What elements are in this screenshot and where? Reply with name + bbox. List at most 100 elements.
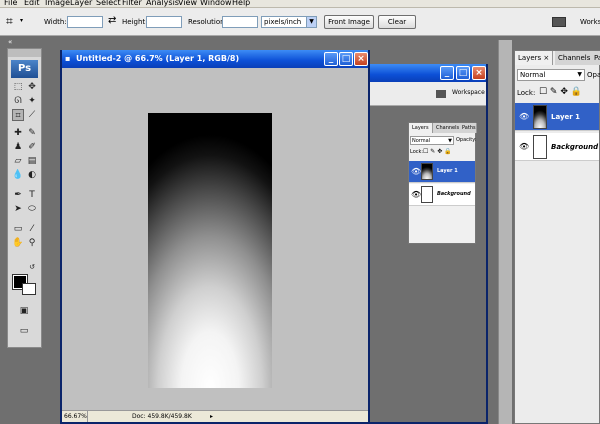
small-background-name: Background (437, 191, 471, 197)
workspace-icon[interactable] (552, 17, 566, 27)
small-tab-layers[interactable]: Layers (409, 123, 433, 133)
tool-preset-dropdown-icon[interactable]: ▾ (20, 17, 23, 24)
doc-size: Doc: 459.8K/459.8K (132, 413, 192, 420)
eye-icon[interactable]: 👁 (411, 167, 421, 177)
eyedropper-tool-icon[interactable]: ⁄ (26, 223, 38, 235)
menu-select[interactable]: Select (96, 0, 121, 7)
move-tool-icon[interactable]: ✥ (26, 81, 38, 93)
units-select[interactable]: pixels/inch ▼ (261, 16, 317, 28)
small-layer-row-1[interactable]: 👁 Layer 1 (409, 161, 475, 183)
document-icon: ▪ (65, 54, 71, 63)
small-blend-value: Normal (412, 138, 431, 144)
quick-mask-icon[interactable]: ▣ (18, 305, 30, 317)
close-icon[interactable]: × (472, 66, 486, 80)
eraser-tool-icon[interactable]: ▱ (12, 155, 24, 167)
options-bar: ⌗ ▾ Width: ⇄ Height: Resolution: pixels/… (0, 8, 600, 36)
close-icon[interactable]: × (541, 54, 549, 62)
small-background-thumbnail (421, 186, 433, 203)
layer-row-background[interactable]: 👁 Background (515, 133, 599, 161)
dodge-tool-icon[interactable]: ◐ (26, 169, 38, 181)
small-tab-paths[interactable]: Paths (459, 123, 477, 133)
chevron-down-icon: ▼ (577, 71, 582, 78)
eye-icon[interactable]: 👁 (411, 190, 421, 200)
marquee-tool-icon[interactable]: ⬚ (12, 81, 24, 93)
history-brush-tool-icon[interactable]: ✐ (26, 141, 38, 153)
opacity-label: Opac (587, 71, 600, 79)
eye-icon[interactable]: 👁 (519, 142, 529, 152)
background-thumbnail (533, 135, 547, 159)
menu-window[interactable]: Window (200, 0, 232, 7)
small-layer-1-name: Layer 1 (437, 168, 458, 174)
lock-icons[interactable]: ☐ ✎ ✥ 🔒 (539, 87, 582, 97)
clone-stamp-tool-icon[interactable]: ♟ (12, 141, 24, 153)
background-color-swatch[interactable] (22, 283, 36, 295)
status-arrow-icon[interactable]: ▸ (210, 411, 213, 422)
type-tool-icon[interactable]: T (26, 189, 38, 201)
eye-icon[interactable]: 👁 (519, 112, 529, 122)
notes-tool-icon[interactable]: ▭ (12, 223, 24, 235)
minimize-icon[interactable]: _ (324, 52, 338, 66)
blend-mode-select[interactable]: Normal ▼ (517, 69, 585, 81)
width-field[interactable] (67, 16, 103, 28)
small-layers-panel: Layers Channels Paths Normal ▼ Opacity: … (408, 122, 477, 244)
gradient-tool-icon[interactable]: ▤ (26, 155, 38, 167)
width-label: Width: (44, 18, 67, 26)
document-titlebar[interactable]: Untitled-2 @ 66.7% (Layer 1, RGB/8) (62, 50, 368, 68)
small-layer-1-thumbnail (421, 163, 433, 180)
menu-layer[interactable]: Layer (70, 0, 92, 7)
crop-tool-button-icon[interactable]: ⌗ (12, 109, 24, 121)
toolbox-grip[interactable] (8, 49, 41, 57)
workspace-icon[interactable] (436, 90, 446, 98)
maximize-icon[interactable]: □ (339, 52, 353, 66)
shape-tool-icon[interactable]: ⬭ (26, 203, 38, 215)
menu-filter[interactable]: Filter (122, 0, 142, 7)
workspace-label[interactable]: Works (580, 17, 600, 27)
screen-mode-icon[interactable]: ▭ (18, 325, 30, 337)
slice-tool-icon[interactable]: ⟋ (26, 109, 38, 121)
crop-tool-icon[interactable]: ⌗ (6, 14, 13, 28)
blur-tool-icon[interactable]: 💧 (12, 169, 24, 181)
swap-colors-icon[interactable]: ↺ (26, 261, 38, 273)
small-blend-select[interactable]: Normal ▼ (410, 136, 454, 145)
menu-file[interactable]: File (4, 0, 17, 7)
gradient-image[interactable] (148, 113, 272, 388)
minimize-icon[interactable]: _ (440, 66, 454, 80)
menu-view[interactable]: View (178, 0, 197, 7)
path-selection-tool-icon[interactable]: ➤ (12, 203, 24, 215)
blend-mode-value: Normal (520, 71, 546, 79)
clear-button[interactable]: Clear (378, 15, 416, 29)
menu-edit[interactable]: Edit (24, 0, 40, 7)
small-layer-row-background[interactable]: 👁 Background (409, 184, 475, 206)
hand-tool-icon[interactable]: ✋ (12, 237, 24, 249)
layer-row-1[interactable]: 👁 Layer 1 (515, 103, 599, 131)
small-lock-icons[interactable]: ☐ ✎ ✥ 🔒 (423, 148, 452, 155)
document-window[interactable]: Untitled-2 @ 66.7% (Layer 1, RGB/8) ▪ _ … (60, 50, 370, 424)
menu-help[interactable]: Help (232, 0, 250, 7)
healing-brush-tool-icon[interactable]: ✚ (12, 127, 24, 139)
tab-paths[interactable]: Paths (591, 51, 600, 65)
lasso-tool-icon[interactable]: ᘏ (12, 95, 24, 107)
canvas-area[interactable] (62, 68, 368, 410)
close-icon[interactable]: × (354, 52, 368, 66)
zoom-tool-icon[interactable]: ⚲ (26, 237, 38, 249)
menu-image[interactable]: Image (45, 0, 70, 7)
swap-icon[interactable]: ⇄ (108, 15, 116, 26)
tab-channels[interactable]: Channels (555, 51, 595, 65)
tab-layers[interactable]: Layers × (515, 51, 554, 65)
chevron-down-icon: ▼ (306, 17, 316, 27)
magic-wand-tool-icon[interactable]: ✦ (26, 95, 38, 107)
workspace-label[interactable]: Workspace (452, 89, 485, 96)
brush-tool-icon[interactable]: ✎ (26, 127, 38, 139)
pen-tool-icon[interactable]: ✒ (12, 189, 24, 201)
small-opacity-label: Opacity: (456, 137, 477, 143)
resolution-field[interactable] (222, 16, 258, 28)
ps-logo: Ps (11, 60, 38, 78)
collapse-arrows-icon[interactable]: « (8, 38, 12, 46)
maximize-icon[interactable]: □ (456, 66, 470, 80)
menu-analysis[interactable]: Analysis (146, 0, 179, 7)
front-image-button[interactable]: Front Image (324, 15, 374, 29)
height-field[interactable] (146, 16, 182, 28)
small-lock-label: Lock: (410, 149, 424, 155)
units-value: pixels/inch (264, 18, 302, 26)
zoom-value[interactable]: 66.67% (64, 411, 88, 422)
